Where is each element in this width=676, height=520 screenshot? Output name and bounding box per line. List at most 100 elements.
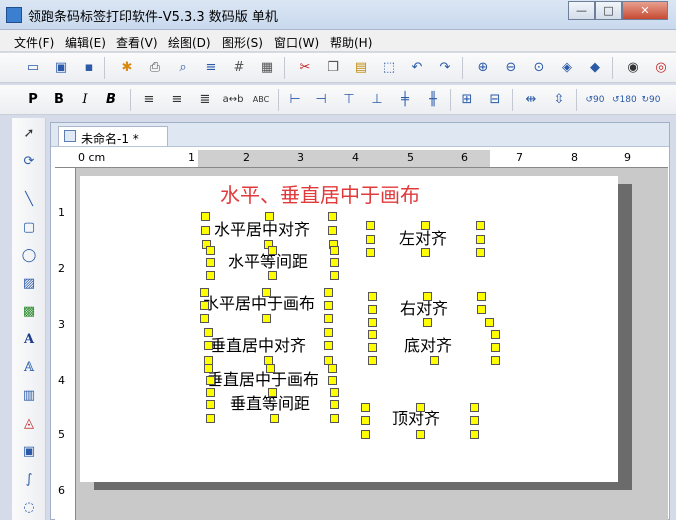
selection-handle[interactable] — [206, 400, 215, 409]
redo-icon[interactable]: ↷ — [434, 57, 456, 79]
rectangle-tool-icon[interactable]: ▢ — [19, 218, 39, 238]
selection-handle[interactable] — [270, 414, 279, 423]
maximize-button[interactable]: □ — [595, 1, 622, 20]
selection-handle[interactable] — [423, 292, 432, 301]
selection-handle[interactable] — [328, 364, 337, 373]
menu-edit[interactable]: 编辑(E) — [65, 34, 106, 51]
selection-handle[interactable] — [330, 388, 339, 397]
menu-draw[interactable]: 绘图(D) — [168, 34, 211, 51]
selection-handle[interactable] — [476, 248, 485, 257]
new-icon[interactable]: ▭ — [22, 57, 44, 79]
selection-handle[interactable] — [324, 314, 333, 323]
selection-handle[interactable] — [477, 305, 486, 314]
shape-tool-icon[interactable]: ◬ — [19, 414, 39, 434]
select-all-icon[interactable]: ⬚ — [378, 57, 400, 79]
line-tool-icon[interactable]: ╲ — [19, 190, 39, 210]
selection-handle[interactable] — [330, 271, 339, 280]
align-objects-right-icon[interactable]: ⊣ — [310, 89, 332, 111]
barcode-tool-icon[interactable]: ▥ — [19, 386, 39, 406]
rotate-180-icon[interactable]: ↺180 — [612, 89, 637, 111]
grid-icon[interactable]: # — [228, 57, 250, 79]
zoom-in-icon[interactable]: ⊕ — [472, 57, 494, 79]
undo-icon[interactable]: ↶ — [406, 57, 428, 79]
fit-page-icon[interactable]: ◈ — [556, 57, 578, 79]
qrcode-tool-icon[interactable]: ▣ — [19, 442, 39, 462]
selection-handle[interactable] — [206, 271, 215, 280]
label-h-center-align[interactable]: 水平居中对齐 — [214, 216, 310, 240]
copy-icon[interactable]: ❐ — [322, 57, 344, 79]
print-icon[interactable]: ⎙ — [144, 57, 166, 79]
selection-handle[interactable] — [262, 314, 271, 323]
bold-italic-button[interactable]: B — [100, 89, 122, 111]
selection-handle[interactable] — [330, 400, 339, 409]
selection-handle[interactable] — [330, 258, 339, 267]
selection-handle[interactable] — [206, 258, 215, 267]
selection-handle[interactable] — [330, 414, 339, 423]
text-outline-tool-icon[interactable]: 𝔸 — [19, 358, 39, 378]
selection-handle[interactable] — [201, 226, 210, 235]
rotate-270-icon[interactable]: ↻90 — [640, 89, 662, 111]
selection-handle[interactable] — [268, 388, 277, 397]
selection-handle[interactable] — [361, 416, 370, 425]
menu-help[interactable]: 帮助(H) — [330, 34, 372, 51]
selection-handle[interactable] — [368, 343, 377, 352]
selection-handle[interactable] — [324, 288, 333, 297]
align-center-v-icon[interactable]: ╫ — [422, 89, 444, 111]
distribute-v-icon[interactable]: ⇳ — [548, 89, 570, 111]
selection-handle[interactable] — [476, 235, 485, 244]
text-tool-icon[interactable]: A — [19, 330, 39, 350]
selection-handle[interactable] — [368, 330, 377, 339]
selection-handle[interactable] — [416, 430, 425, 439]
selection-handle[interactable] — [368, 318, 377, 327]
selection-handle[interactable] — [324, 341, 333, 350]
selection-handle[interactable] — [328, 212, 337, 221]
selection-handle[interactable] — [476, 221, 485, 230]
italic-button[interactable]: I — [74, 89, 96, 111]
selection-handle[interactable] — [262, 288, 271, 297]
selection-handle[interactable] — [368, 305, 377, 314]
save-icon[interactable]: ▪ — [78, 57, 100, 79]
menu-view[interactable]: 查看(V) — [116, 34, 158, 51]
align-left-icon[interactable]: ≡ — [138, 89, 160, 111]
curve-tool-icon[interactable]: ∫ — [19, 470, 39, 490]
selection-handle[interactable] — [485, 318, 494, 327]
rotate-tool-icon[interactable]: ⟳ — [19, 152, 39, 172]
label-bottom-align[interactable]: 底对齐 — [404, 332, 452, 356]
selection-handle[interactable] — [430, 356, 439, 365]
selection-handle[interactable] — [324, 328, 333, 337]
fit-width-icon[interactable]: ◆ — [584, 57, 606, 79]
letter-spacing-icon[interactable]: a↔b — [222, 89, 244, 111]
open-icon[interactable]: ▣ — [50, 57, 72, 79]
select-tool-icon[interactable]: ➚ — [19, 124, 39, 144]
selection-handle[interactable] — [361, 430, 370, 439]
rotate-90-icon[interactable]: ↺90 — [584, 89, 606, 111]
print-preview-icon[interactable]: ⌕ — [172, 57, 194, 79]
plain-text-button[interactable]: P — [22, 89, 44, 111]
selection-handle[interactable] — [491, 343, 500, 352]
selection-handle[interactable] — [328, 226, 337, 235]
selection-handle[interactable] — [491, 356, 500, 365]
selection-handle[interactable] — [470, 430, 479, 439]
more-tool-icon[interactable]: ◌ — [19, 498, 39, 518]
image-tool-icon[interactable]: ▨ — [19, 274, 39, 294]
menu-window[interactable]: 窗口(W) — [274, 34, 319, 51]
selection-handle[interactable] — [366, 248, 375, 257]
selection-handle[interactable] — [368, 292, 377, 301]
selection-handle[interactable] — [423, 318, 432, 327]
label-paper[interactable] — [80, 176, 618, 482]
selection-handle[interactable] — [477, 292, 486, 301]
align-center-icon[interactable]: ≡ — [166, 89, 188, 111]
picture-tool-icon[interactable]: ▩ — [19, 302, 39, 322]
hide-icon[interactable]: ◎ — [650, 57, 672, 79]
selection-handle[interactable] — [366, 235, 375, 244]
center-on-canvas-h-icon[interactable]: ⊞ — [456, 89, 478, 111]
label-v-center-align[interactable]: 垂直居中对齐 — [210, 332, 306, 356]
selection-handle[interactable] — [204, 364, 213, 373]
selection-handle[interactable] — [268, 246, 277, 255]
selection-handle[interactable] — [366, 221, 375, 230]
close-button[interactable]: ✕ — [622, 1, 668, 20]
selection-handle[interactable] — [206, 414, 215, 423]
selection-handle[interactable] — [361, 403, 370, 412]
selection-handle[interactable] — [206, 246, 215, 255]
selection-handle[interactable] — [421, 221, 430, 230]
